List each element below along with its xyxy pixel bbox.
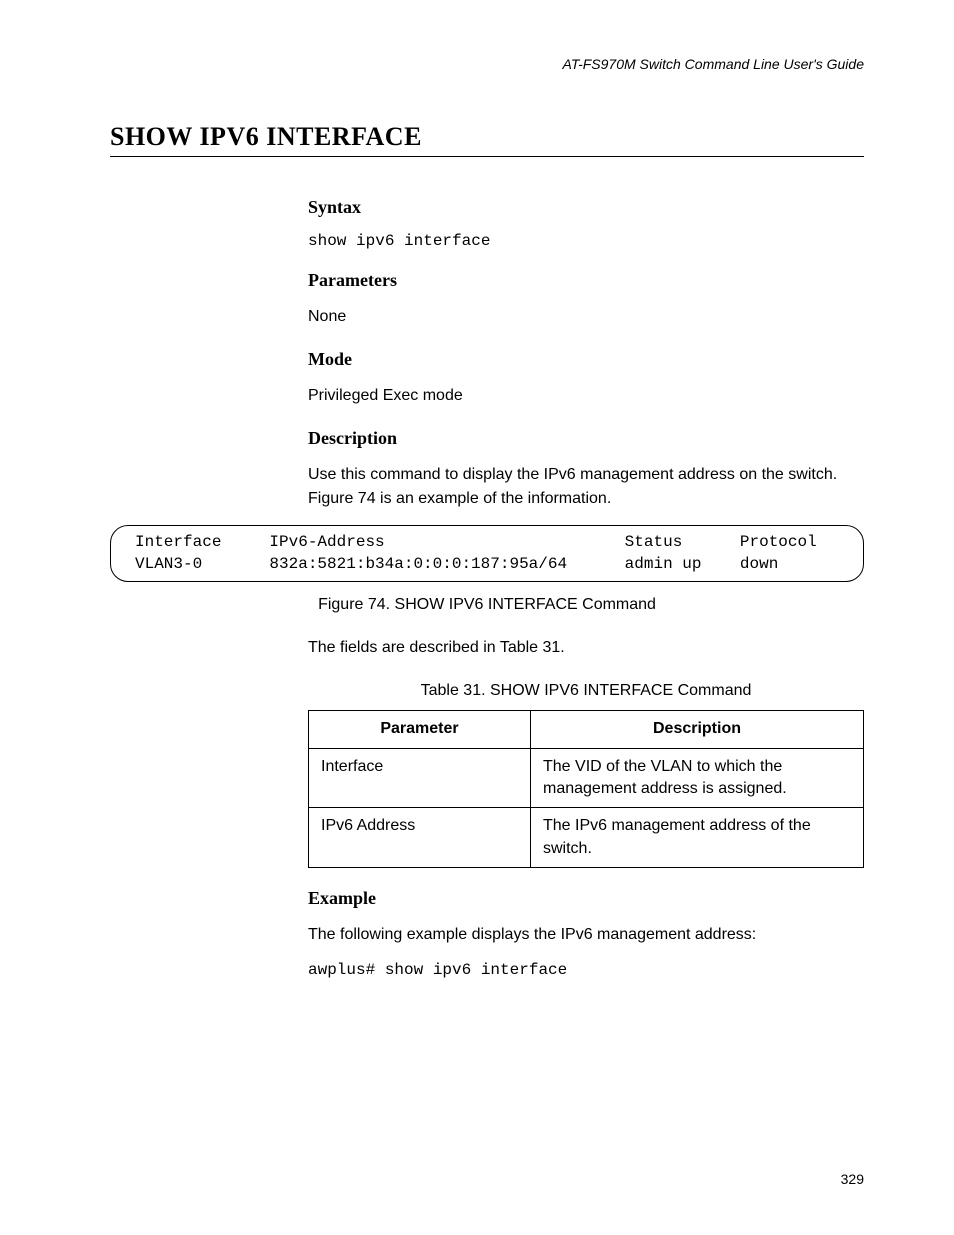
mode-heading: Mode: [308, 349, 864, 370]
syntax-heading: Syntax: [308, 197, 864, 218]
page-header: AT-FS970M Switch Command Line User's Gui…: [110, 56, 864, 72]
table-cell-desc: The IPv6 management address of the switc…: [531, 808, 864, 868]
table-row: Interface The VID of the VLAN to which t…: [309, 748, 864, 808]
table-cell-desc: The VID of the VLAN to which the managem…: [531, 748, 864, 808]
command-table: Parameter Description Interface The VID …: [308, 710, 864, 868]
figure-block: Interface IPv6-Address Status Protocol V…: [110, 525, 864, 614]
table-header-row: Parameter Description: [309, 711, 864, 748]
table-row: IPv6 Address The IPv6 management address…: [309, 808, 864, 868]
table-caption: Table 31. SHOW IPV6 INTERFACE Command: [308, 682, 864, 700]
content-block-2: The fields are described in Table 31. Ta…: [308, 636, 864, 979]
figure-caption: Figure 74. SHOW IPV6 INTERFACE Command: [110, 596, 864, 614]
parameters-heading: Parameters: [308, 270, 864, 291]
description-text: Use this command to display the IPv6 man…: [308, 463, 864, 511]
description-heading: Description: [308, 428, 864, 449]
table-header-description: Description: [531, 711, 864, 748]
content-block: Syntax show ipv6 interface Parameters No…: [308, 197, 864, 511]
syntax-command: show ipv6 interface: [308, 232, 864, 250]
figure-output: Interface IPv6-Address Status Protocol V…: [110, 525, 864, 582]
example-command: awplus# show ipv6 interface: [308, 961, 864, 979]
example-heading: Example: [308, 888, 864, 909]
table-cell-param: Interface: [309, 748, 531, 808]
example-text: The following example displays the IPv6 …: [308, 923, 864, 947]
table-header-parameter: Parameter: [309, 711, 531, 748]
table-cell-param: IPv6 Address: [309, 808, 531, 868]
postfigure-text: The fields are described in Table 31.: [308, 636, 864, 660]
parameters-text: None: [308, 305, 864, 329]
mode-text: Privileged Exec mode: [308, 384, 864, 408]
page-number: 329: [841, 1171, 864, 1187]
document-page: AT-FS970M Switch Command Line User's Gui…: [0, 0, 954, 1033]
page-title: SHOW IPV6 INTERFACE: [110, 122, 864, 157]
